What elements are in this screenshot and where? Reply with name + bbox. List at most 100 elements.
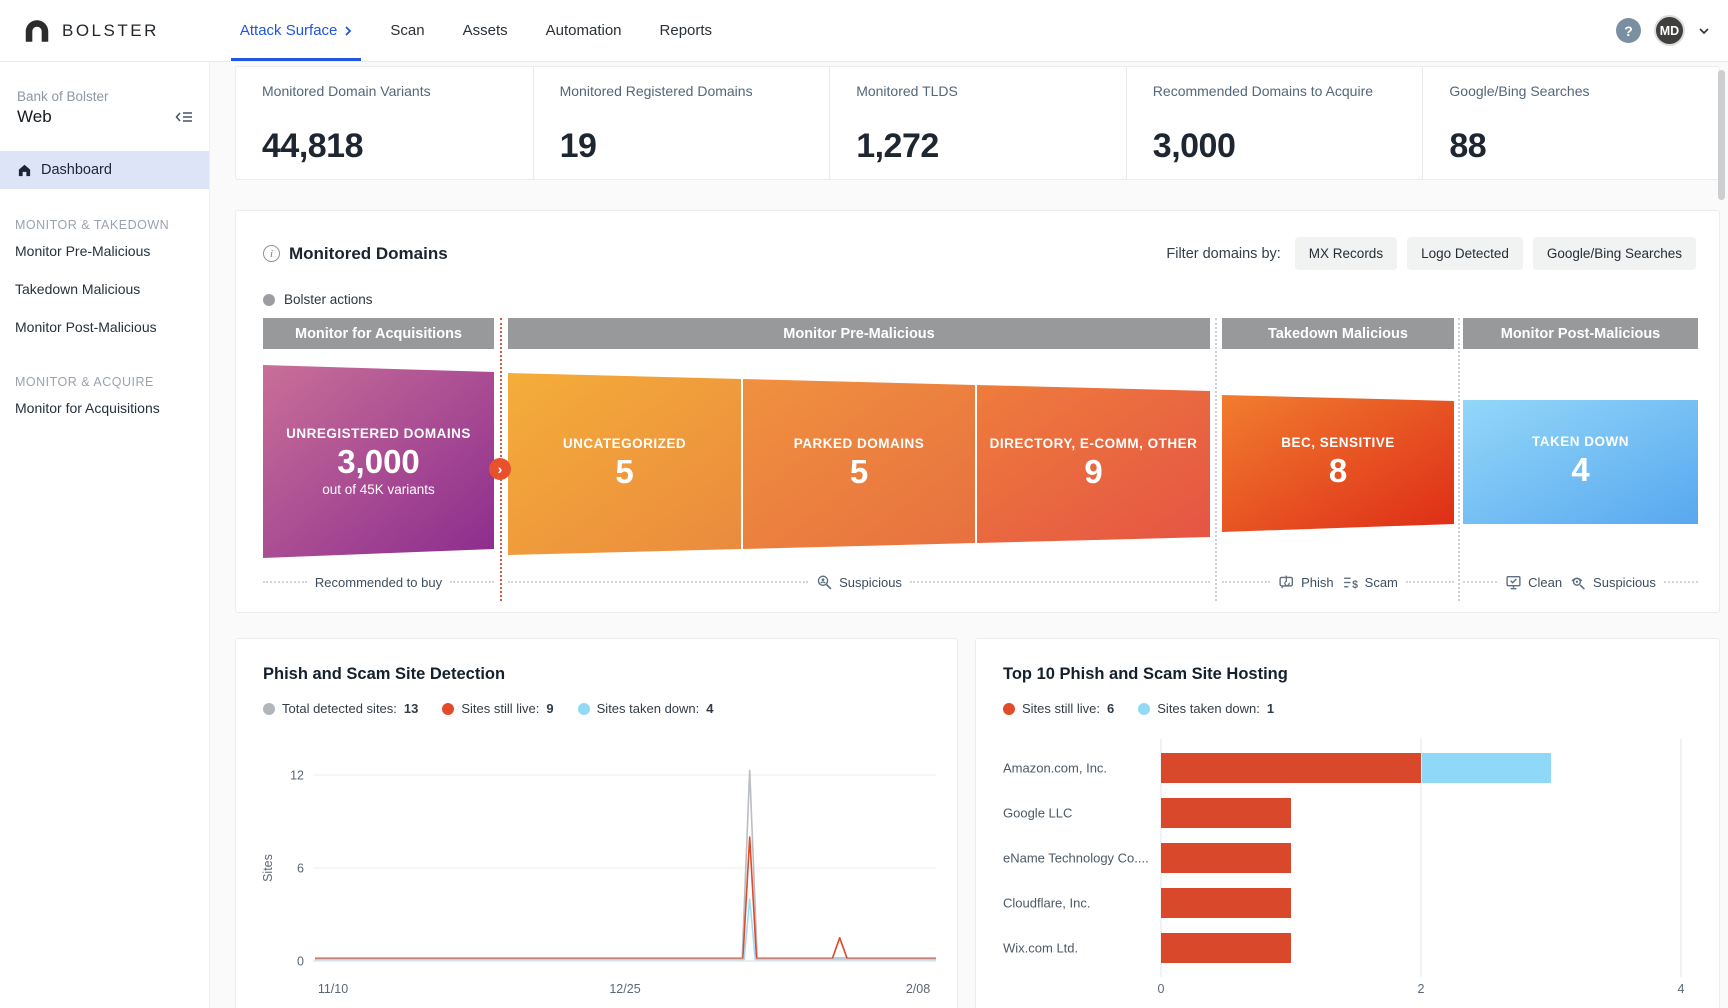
stage-header-2: Monitor Pre-Malicious	[508, 318, 1210, 349]
footer-legend-label: Scam	[1365, 575, 1398, 590]
dotted-leader	[1664, 581, 1698, 583]
bar-category-label: Cloudflare, Inc.	[1003, 896, 1090, 911]
stat-label: Google/Bing Searches	[1449, 83, 1719, 99]
segment-label: BEC, SENSITIVE	[1281, 435, 1395, 450]
stat-value: 44,818	[262, 127, 363, 166]
stage-footer-1: Recommended to buy	[263, 569, 494, 595]
sidebar-item-monitor-post-malicious[interactable]: Monitor Post-Malicious	[0, 308, 209, 346]
phish-icon	[1278, 574, 1295, 591]
footer-legend-phish: Phish	[1278, 574, 1334, 591]
svg-text:0: 0	[1158, 982, 1165, 996]
bolster-logo[interactable]: BOLSTER	[22, 17, 159, 44]
legend-dot	[263, 294, 275, 306]
bar-sites-still-live	[1161, 843, 1291, 873]
funnel-segment-bec-sensitive[interactable]: BEC, SENSITIVE8	[1222, 395, 1454, 532]
filter-logo-detected-button[interactable]: Logo Detected	[1407, 237, 1523, 270]
dotted-leader	[508, 581, 808, 583]
footer-legend-label: Suspicious	[1593, 575, 1656, 590]
nav-reports[interactable]: Reports	[641, 0, 732, 61]
funnel-segment-unregistered-domains[interactable]: UNREGISTERED DOMAINS3,000out of 45K vari…	[263, 365, 494, 558]
bar-sites-taken-down	[1422, 753, 1551, 783]
nav-attack-surface[interactable]: Attack Surface	[221, 0, 372, 61]
funnel-segment-taken-down[interactable]: TAKEN DOWN4	[1463, 400, 1698, 524]
sidebar-collapse-icon[interactable]	[175, 110, 193, 124]
bar-sites-still-live	[1161, 888, 1291, 918]
sidebar-item-monitor-pre-malicious[interactable]: Monitor Pre-Malicious	[0, 232, 209, 270]
filter-mx-records-button[interactable]: MX Records	[1295, 237, 1397, 270]
brand-name: BOLSTER	[62, 21, 159, 41]
stat-value: 19	[560, 127, 597, 166]
panel-title: Monitored Domains	[289, 244, 448, 264]
stat-value: 88	[1449, 127, 1486, 166]
footer-legend-label: Clean	[1528, 575, 1562, 590]
nav-automation[interactable]: Automation	[527, 0, 641, 61]
nav-scan[interactable]: Scan	[371, 0, 443, 61]
clean-icon	[1505, 574, 1522, 591]
bar-chart: 0 2 4 Amazon.com, Inc. Google LLC eName Techn…	[976, 639, 1719, 1008]
bar-category-label: Wix.com Ltd.	[1003, 941, 1078, 956]
stage-footer-4: Clean Suspicious	[1463, 569, 1698, 595]
nav-right: ? MD	[1616, 15, 1728, 46]
flow-arrow-button[interactable]: ›	[489, 458, 511, 480]
dotted-leader	[1222, 581, 1270, 583]
bar-category-label: Google LLC	[1003, 806, 1072, 821]
svg-text:2: 2	[1418, 982, 1425, 996]
nav-assets[interactable]: Assets	[444, 0, 527, 61]
stat-value: 1,272	[856, 127, 939, 166]
stat-label: Monitored Registered Domains	[560, 83, 830, 99]
filter-row: Filter domains by: MX Records Logo Detec…	[1166, 237, 1696, 270]
bolster-dashboard: BOLSTER Attack Surface Scan Assets Autom…	[0, 0, 1728, 1008]
funnel-segment-parked-domains[interactable]: PARKED DOMAINS5	[743, 379, 975, 549]
bolster-logo-icon	[22, 17, 52, 44]
segment-label: TAKEN DOWN	[1532, 434, 1629, 449]
funnel-segment-directory-e-comm-other[interactable]: DIRECTORY, E-COMM, OTHER9	[977, 385, 1210, 543]
funnel-segment-uncategorized[interactable]: UNCATEGORIZED5	[508, 373, 741, 555]
stat-label: Monitored Domain Variants	[262, 83, 533, 99]
footer-legend-suspicious: Suspicious	[816, 574, 902, 591]
stat-label: Recommended Domains to Acquire	[1153, 83, 1423, 99]
segment-value: 5	[850, 451, 868, 492]
sidebar-section-monitor-acquire: MONITOR & ACQUIRE	[15, 375, 209, 389]
footer-legend-recommended-to-buy: Recommended to buy	[315, 575, 442, 590]
stat-google-bing-searches: Google/Bing Searches 88	[1422, 67, 1719, 179]
sidebar-item-monitor-for-acquisitions[interactable]: Monitor for Acquisitions	[0, 389, 209, 427]
segment-label: UNREGISTERED DOMAINS	[286, 426, 471, 441]
chevron-right-icon	[344, 25, 352, 37]
stage-footer-3: Phish $ Scam	[1222, 569, 1454, 595]
dotted-leader	[1463, 581, 1497, 583]
workspace-name[interactable]: Web	[17, 107, 52, 127]
dotted-leader	[450, 581, 494, 583]
sidebar-item-dashboard[interactable]: Dashboard	[0, 151, 209, 189]
svg-text:$: $	[1352, 578, 1358, 590]
stat-monitored-domain-variants: Monitored Domain Variants 44,818	[236, 67, 533, 179]
stat-recommended-domains-to-acquire: Recommended Domains to Acquire 3,000	[1126, 67, 1423, 179]
dotted-leader	[910, 581, 1210, 583]
footer-legend-suspicious: Suspicious	[1570, 574, 1656, 591]
sidebar-item-takedown-malicious[interactable]: Takedown Malicious	[0, 270, 209, 308]
svg-text:4: 4	[1678, 982, 1685, 996]
bar-sites-still-live	[1161, 933, 1291, 963]
scrollbar-thumb[interactable]	[1718, 70, 1725, 200]
stat-monitored-tlds: Monitored TLDS 1,272	[829, 67, 1126, 179]
top-nav: BOLSTER Attack Surface Scan Assets Autom…	[0, 0, 1728, 62]
scam-icon: $	[1342, 574, 1359, 591]
bar-category-label: Amazon.com, Inc.	[1003, 761, 1107, 776]
funnel-divider	[1215, 318, 1217, 601]
chevron-down-icon[interactable]	[1698, 22, 1710, 40]
info-icon[interactable]: i	[263, 245, 280, 262]
stage-header-1: Monitor for Acquisitions	[263, 318, 494, 349]
segment-value: 9	[1084, 451, 1102, 492]
bolster-actions-legend: Bolster actions	[263, 292, 373, 307]
bar-category-label: eName Technology Co....	[1003, 851, 1149, 866]
svg-text:Sites: Sites	[261, 854, 275, 882]
help-button[interactable]: ?	[1616, 18, 1641, 43]
filter-google-bing-searches-button[interactable]: Google/Bing Searches	[1533, 237, 1696, 270]
segment-label: UNCATEGORIZED	[563, 436, 686, 451]
funnel-divider	[1458, 318, 1460, 601]
footer-legend-label: Recommended to buy	[315, 575, 442, 590]
dotted-leader	[1406, 581, 1454, 583]
phish-scam-detection-panel: Phish and Scam Site Detection Total dete…	[235, 638, 958, 1008]
avatar[interactable]: MD	[1654, 15, 1685, 46]
segment-value: 4	[1571, 449, 1589, 490]
dashboard-icon	[17, 163, 32, 178]
